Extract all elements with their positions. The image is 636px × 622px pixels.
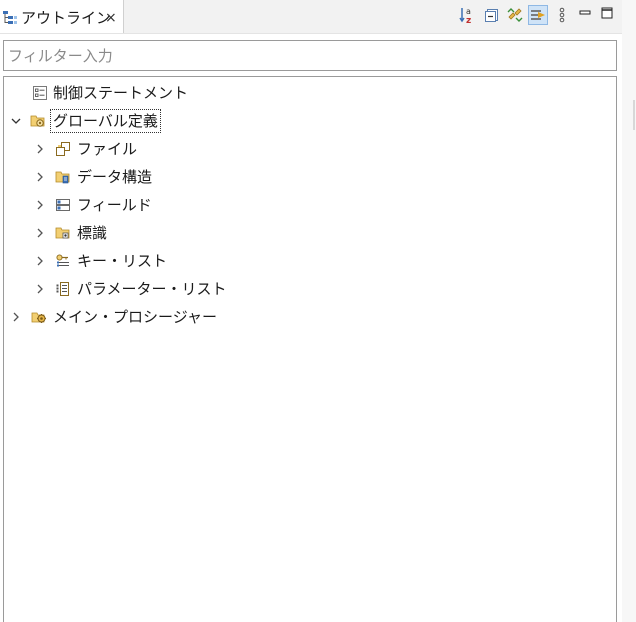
- file-copy-icon: [56, 142, 70, 156]
- view-menu-button[interactable]: [552, 5, 572, 25]
- tree-item-label: パラメーター・リスト: [77, 280, 227, 298]
- sort-az-button[interactable]: a z: [458, 5, 478, 25]
- tree-item-label: 制御ステートメント: [53, 84, 189, 102]
- control-statement-icon: [33, 86, 47, 100]
- key-list-icon: [56, 254, 69, 267]
- tree-item-data-structure[interactable]: データ構造: [4, 163, 616, 191]
- tree-item-parameter-list[interactable]: パラメーター・リスト: [4, 275, 616, 303]
- header-divider: [0, 33, 622, 34]
- tree-item-main-procedure[interactable]: メイン・プロシージャー: [4, 303, 616, 331]
- maximize-icon: [601, 7, 613, 19]
- collapse-all-button[interactable]: [482, 5, 502, 25]
- filter-icon: [531, 10, 545, 20]
- tree-item-label: ファイル: [77, 140, 138, 158]
- tab-outline[interactable]: アウトライン ×: [0, 0, 124, 34]
- svg-text:z: z: [466, 16, 471, 24]
- view-menu-icon: [559, 7, 565, 23]
- outline-icon: [3, 11, 17, 24]
- tree-item-label: 標識: [77, 224, 108, 242]
- tree-item-file[interactable]: ファイル: [4, 135, 616, 163]
- tree-item-indicator[interactable]: 標識: [4, 219, 616, 247]
- sort-az-icon: a z: [459, 7, 471, 24]
- chevron-right-icon[interactable]: [34, 171, 46, 183]
- tree-item-label: グローバル定義: [50, 109, 161, 133]
- procedure-gear-icon: [31, 312, 46, 323]
- minimize-button[interactable]: [575, 3, 595, 23]
- parameter-list-icon: [56, 282, 69, 296]
- chevron-down-icon[interactable]: [10, 115, 22, 127]
- tree-item-label: メイン・プロシージャー: [53, 308, 217, 326]
- minimize-icon: [579, 10, 591, 15]
- folder-gear-icon: [30, 115, 45, 127]
- outline-view: アウトライン × a z フィルター入力 制御ステートメント グローバル定義 フ…: [0, 0, 636, 622]
- folder-indicator-icon: [55, 227, 70, 239]
- field-icon: [56, 199, 70, 211]
- collapse-all-icon: [485, 9, 498, 22]
- outline-tree[interactable]: 制御ステートメント グローバル定義 ファイル データ構造 フィールド 標識 キー…: [3, 76, 617, 622]
- chevron-right-icon[interactable]: [34, 143, 46, 155]
- side-gutter: [622, 0, 636, 622]
- tree-item-label: フィールド: [77, 196, 152, 214]
- link-with-editor-icon: [507, 8, 523, 22]
- chevron-right-icon[interactable]: [10, 311, 22, 323]
- tree-item-control-statement[interactable]: 制御ステートメント: [4, 79, 616, 107]
- tree-item-key-list[interactable]: キー・リスト: [4, 247, 616, 275]
- link-with-editor-button[interactable]: [505, 5, 525, 25]
- side-scroll-marker: [633, 100, 635, 130]
- maximize-button[interactable]: [597, 3, 617, 23]
- view-header: アウトライン × a z: [0, 0, 636, 34]
- filter-input[interactable]: [3, 40, 617, 71]
- chevron-right-icon[interactable]: [34, 255, 46, 267]
- tab-title: アウトライン: [21, 9, 112, 27]
- filter-toggle-button[interactable]: [528, 5, 548, 25]
- close-icon[interactable]: ×: [105, 9, 117, 27]
- folder-data-icon: [55, 171, 70, 184]
- tree-item-field[interactable]: フィールド: [4, 191, 616, 219]
- tree-item-label: キー・リスト: [77, 252, 168, 270]
- tree-item-label: データ構造: [77, 168, 153, 186]
- tree-item-global-definitions[interactable]: グローバル定義: [4, 107, 616, 135]
- svg-text:a: a: [466, 7, 471, 16]
- chevron-right-icon[interactable]: [34, 199, 46, 211]
- chevron-right-icon[interactable]: [34, 227, 46, 239]
- chevron-right-icon[interactable]: [34, 283, 46, 295]
